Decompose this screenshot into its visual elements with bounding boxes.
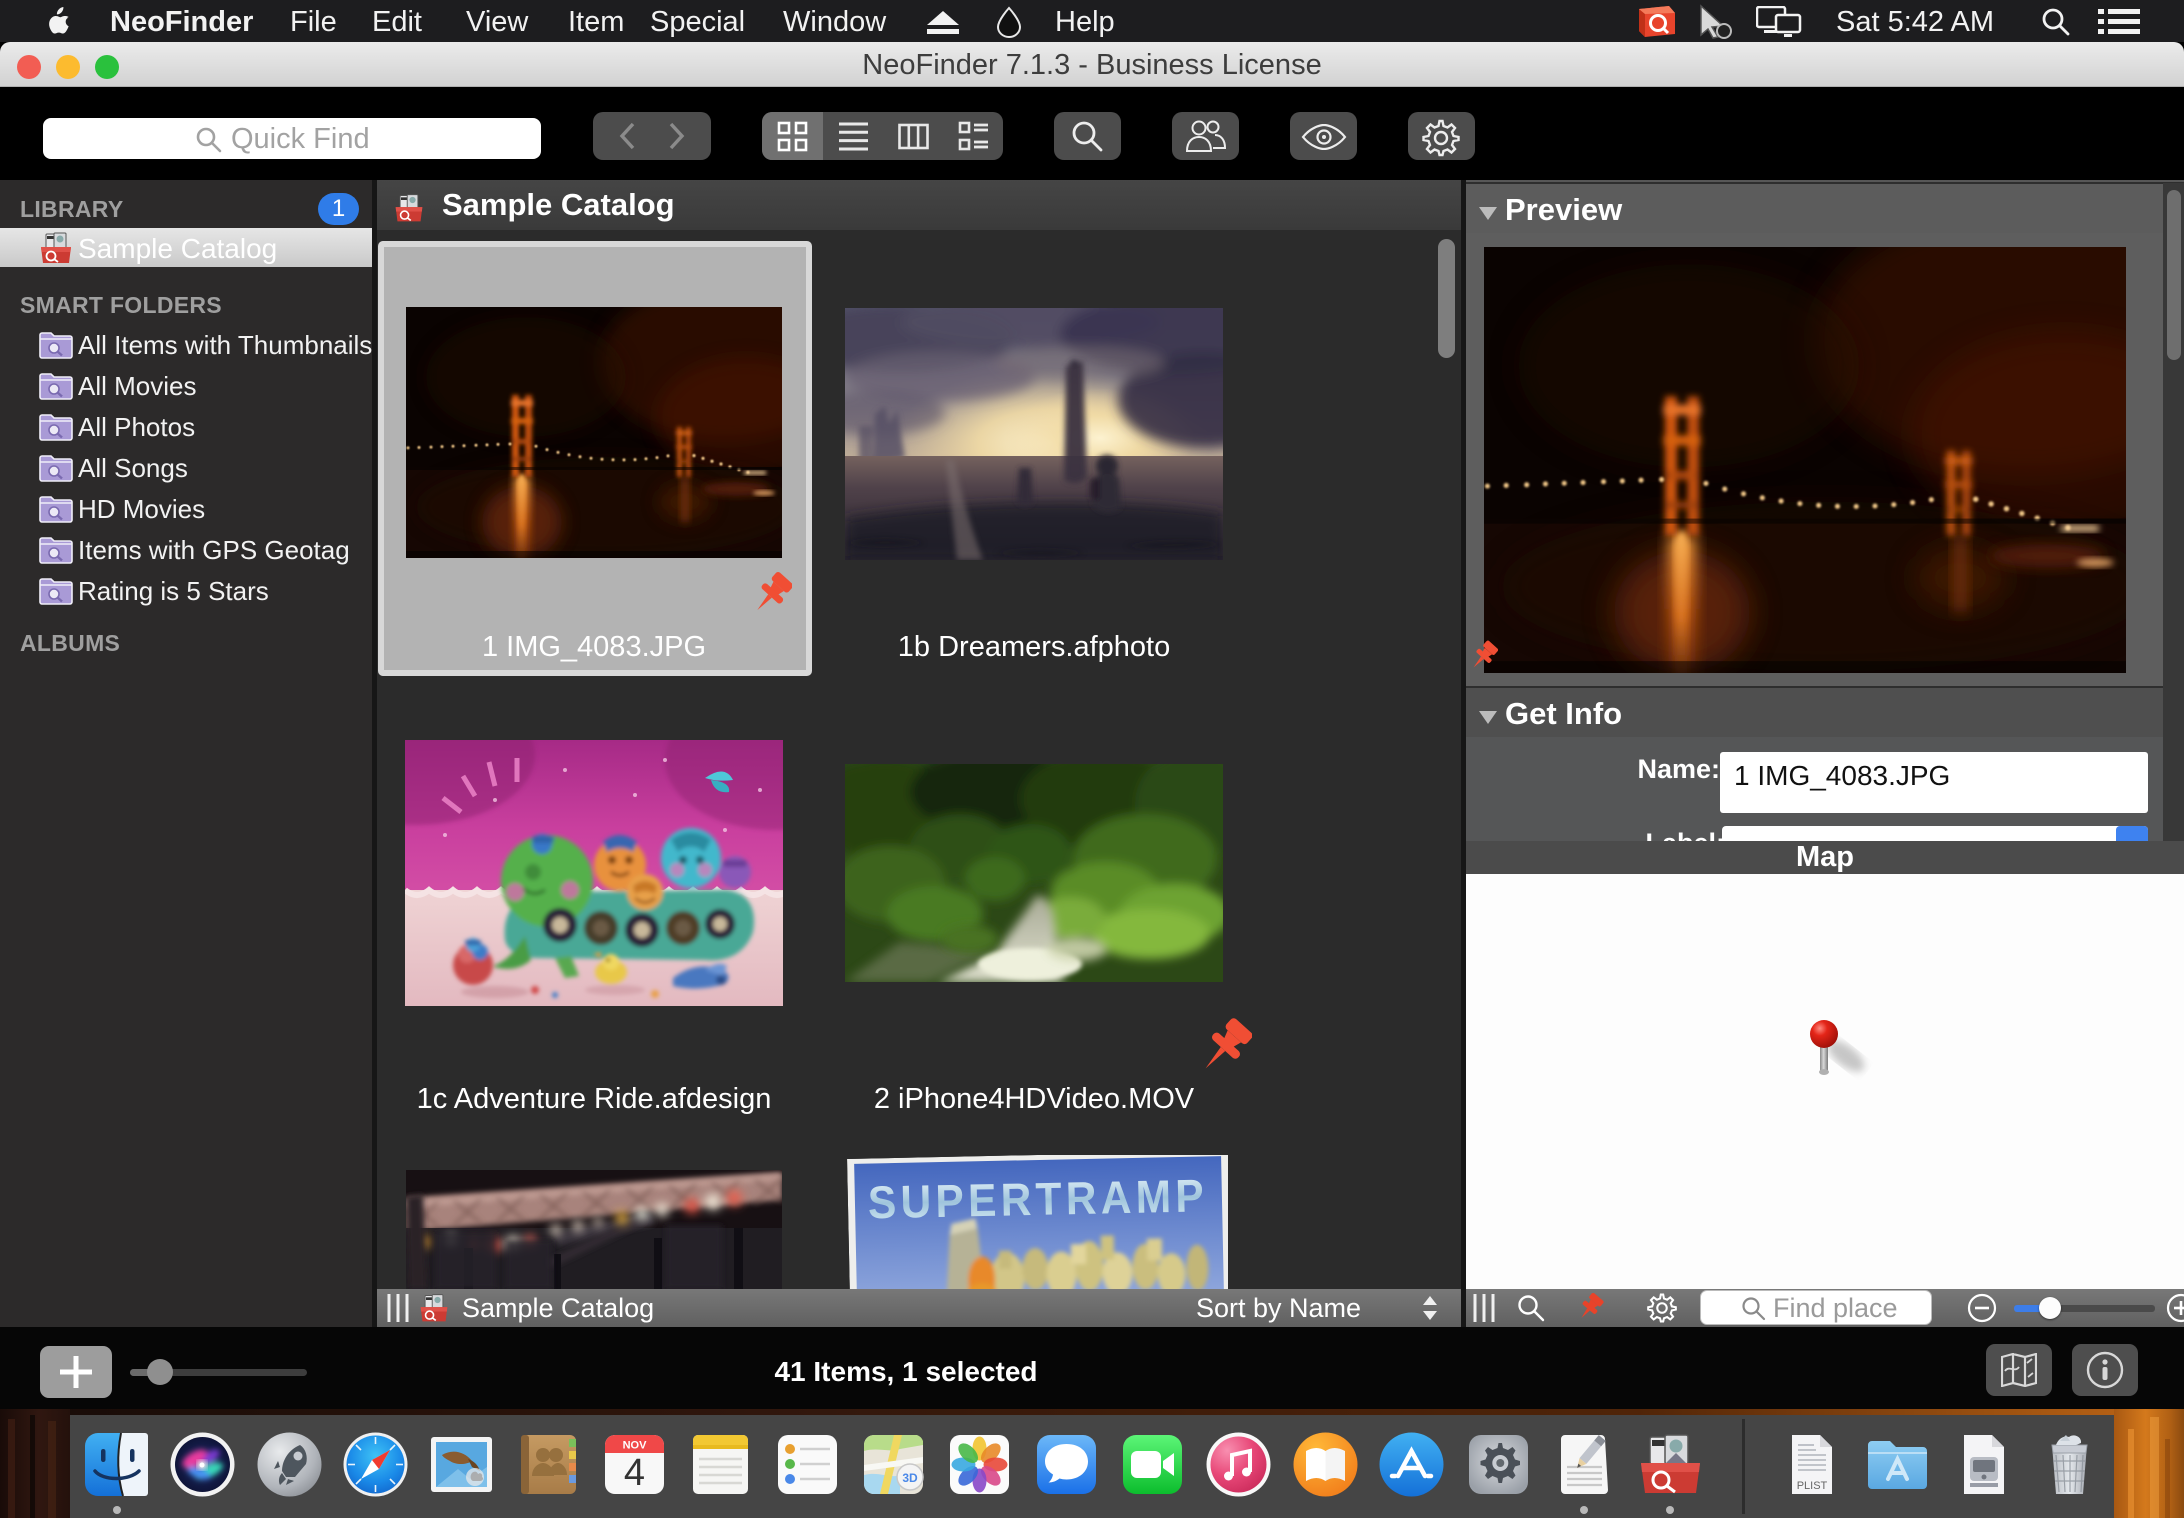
svg-text:SUPERTRAMP: SUPERTRAMP <box>867 1171 1208 1229</box>
svg-text:3D: 3D <box>902 1471 918 1485</box>
svg-text:4: 4 <box>624 1452 645 1494</box>
svg-text:PLIST: PLIST <box>1797 1480 1828 1492</box>
svg-text:NOV: NOV <box>623 1440 648 1452</box>
